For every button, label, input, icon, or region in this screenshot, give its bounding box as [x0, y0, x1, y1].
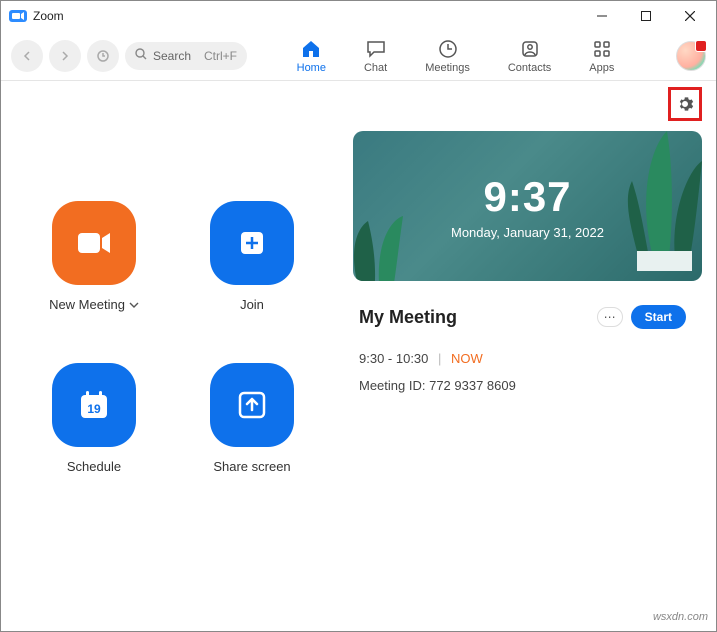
now-label: NOW: [451, 351, 483, 366]
apps-icon: [591, 38, 613, 60]
credit-text: wsxdn.com: [653, 611, 708, 623]
home-icon: [300, 38, 322, 60]
calendar-day: 19: [87, 402, 101, 416]
ellipsis-icon: ⋯: [604, 310, 616, 324]
video-icon: [74, 228, 114, 258]
join-button[interactable]: [210, 201, 294, 285]
right-panel: 9:37 Monday, January 31, 2022 My Meeting…: [353, 131, 702, 603]
zoom-app-icon: [9, 10, 27, 22]
meeting-time: 9:30 - 10:30 | NOW: [359, 351, 686, 366]
share-screen-label: Share screen: [213, 459, 290, 474]
action-join: Join: [177, 201, 327, 351]
plant-decoration-icon: [353, 181, 463, 281]
arrow-up-icon: [235, 388, 269, 422]
maximize-button[interactable]: [624, 2, 668, 30]
settings-button[interactable]: [674, 93, 696, 115]
tab-home[interactable]: Home: [297, 38, 326, 74]
action-new-meeting: New Meeting: [19, 201, 169, 351]
nav-tabs: Home Chat Meetings Contacts Apps: [253, 38, 658, 74]
chat-icon: [365, 38, 387, 60]
action-share-screen: Share screen: [177, 363, 327, 513]
window-title: Zoom: [33, 9, 64, 23]
clock-card: 9:37 Monday, January 31, 2022: [353, 131, 702, 281]
action-schedule: 19 Schedule: [19, 363, 169, 513]
separator: |: [438, 351, 441, 366]
tab-meetings[interactable]: Meetings: [425, 38, 470, 74]
clock-icon: [437, 38, 459, 60]
tab-chat-label: Chat: [364, 62, 387, 74]
search-shortcut: Ctrl+F: [204, 49, 237, 63]
main-content: New Meeting Join 19 Schedule: [1, 81, 716, 603]
tab-meetings-label: Meetings: [425, 62, 470, 74]
meeting-card: My Meeting ⋯ Start 9:30 - 10:30 | NOW Me…: [353, 295, 702, 393]
new-meeting-button[interactable]: [52, 201, 136, 285]
minimize-button[interactable]: [580, 2, 624, 30]
plant-decoration-icon: [597, 131, 702, 271]
contacts-icon: [519, 38, 541, 60]
meeting-title: My Meeting: [359, 307, 589, 328]
meeting-id: Meeting ID: 772 9337 8609: [359, 378, 686, 393]
schedule-label: Schedule: [67, 459, 121, 474]
tab-contacts-label: Contacts: [508, 62, 551, 74]
search-label: Search: [153, 49, 191, 63]
meeting-more-button[interactable]: ⋯: [597, 307, 623, 327]
toolbar: Search Ctrl+F Home Chat Meetings Contact…: [1, 31, 716, 81]
meeting-time-range: 9:30 - 10:30: [359, 351, 428, 366]
gear-icon: [676, 95, 694, 113]
tab-home-label: Home: [297, 62, 326, 74]
history-button[interactable]: [87, 40, 119, 72]
tab-contacts[interactable]: Contacts: [508, 38, 551, 74]
settings-highlight: [668, 87, 702, 121]
forward-button[interactable]: [49, 40, 81, 72]
avatar[interactable]: [676, 41, 706, 71]
tab-apps[interactable]: Apps: [589, 38, 614, 74]
clock-time: 9:37: [483, 173, 571, 221]
schedule-button[interactable]: 19: [52, 363, 136, 447]
share-screen-button[interactable]: [210, 363, 294, 447]
calendar-icon: 19: [76, 387, 112, 423]
meeting-header: My Meeting ⋯ Start: [359, 305, 686, 329]
plus-icon: [236, 227, 268, 259]
back-button[interactable]: [11, 40, 43, 72]
search-icon: [135, 48, 147, 63]
clock-date: Monday, January 31, 2022: [451, 225, 604, 240]
titlebar: Zoom: [1, 1, 716, 31]
action-grid: New Meeting Join 19 Schedule: [19, 201, 327, 603]
start-button[interactable]: Start: [631, 305, 686, 329]
chevron-down-icon: [129, 301, 139, 309]
tab-chat[interactable]: Chat: [364, 38, 387, 74]
join-label: Join: [240, 297, 264, 312]
new-meeting-label[interactable]: New Meeting: [49, 297, 139, 312]
tab-apps-label: Apps: [589, 62, 614, 74]
search-input[interactable]: Search Ctrl+F: [125, 42, 247, 70]
close-button[interactable]: [668, 2, 712, 30]
